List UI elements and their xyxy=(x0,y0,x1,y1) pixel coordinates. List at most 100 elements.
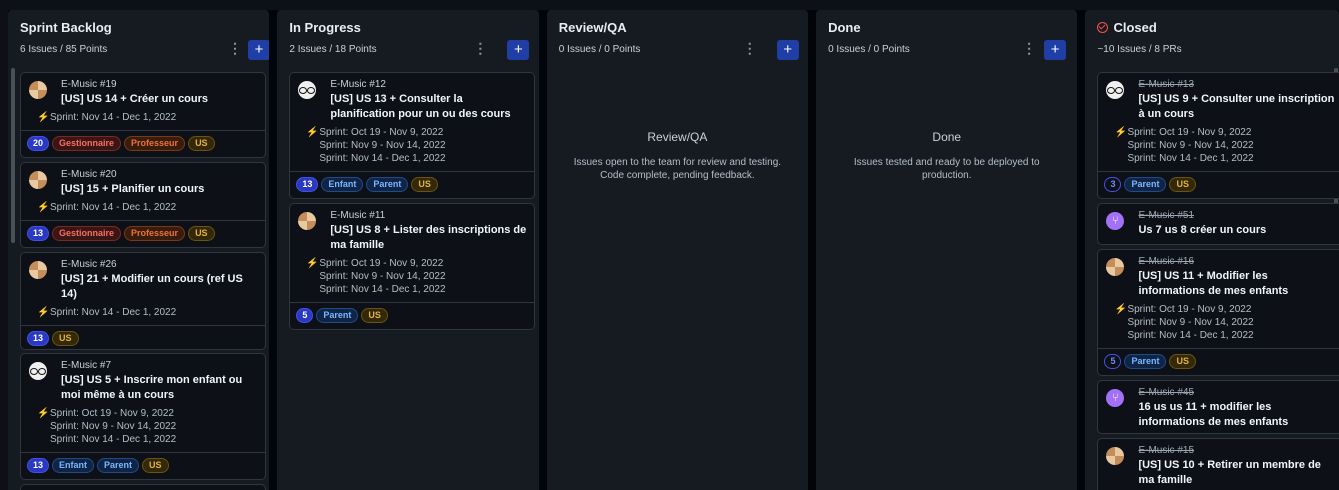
label-parent[interactable]: Parent xyxy=(316,308,359,323)
column-header: Sprint Backlog 6 Issues / 85 Points ⋮ + xyxy=(8,10,270,66)
column-sprint-backlog: Sprint Backlog 6 Issues / 85 Points ⋮ + … xyxy=(8,10,270,490)
issue-card[interactable]: E-Music #26 [US] 21 + Modifier un cours … xyxy=(20,252,266,350)
issue-card[interactable]: E-Music #16 [US] US 11 + Modifier les in… xyxy=(1097,249,1339,376)
sprint-value: Sprint: Nov 14 - Dec 1, 2022 xyxy=(50,434,177,445)
iteration-icon: ⚡ xyxy=(306,258,319,269)
sprint-value: Sprint: Nov 9 - Nov 14, 2022 xyxy=(319,140,446,151)
issue-card[interactable]: E-Music #13 [US] US 9 + Consulter une in… xyxy=(1097,72,1339,199)
column-summary: 6 Issues / 85 Points xyxy=(20,44,108,55)
sprint-value: Sprint: Nov 14 - Dec 1, 2022 xyxy=(50,112,177,123)
sprint-value: Sprint: Nov 14 - Dec 1, 2022 xyxy=(319,153,446,164)
issue-title[interactable]: [US] US 10 + Retirer un membre de ma fam… xyxy=(1138,458,1334,488)
iteration-icon: ⚡ xyxy=(1114,127,1127,138)
label-gestionnaire[interactable]: Gestionnaire xyxy=(52,226,122,241)
issue-repo[interactable]: E-Music #11 xyxy=(330,210,526,222)
add-item-button[interactable]: + xyxy=(507,40,530,60)
column-title: Done xyxy=(828,20,861,35)
column-menu-icon[interactable]: ⋮ xyxy=(228,41,242,57)
label-us[interactable]: US xyxy=(188,136,215,151)
issue-title[interactable]: [US] US 14 + Créer un cours xyxy=(61,92,257,107)
sprint-value: Sprint: Nov 14 - Dec 1, 2022 xyxy=(50,202,177,213)
issue-card[interactable]: E-Music #15 [US] US 10 + Retirer un memb… xyxy=(1097,438,1339,490)
add-item-button[interactable]: + xyxy=(1044,40,1067,60)
empty-state: Done Issues tested and ready to be deplo… xyxy=(816,130,1077,182)
label-us[interactable]: US xyxy=(142,458,169,473)
label-professeur[interactable]: Professeur xyxy=(124,136,186,151)
label-us[interactable]: US xyxy=(1169,354,1196,369)
pr-card[interactable]: ⑂ E-Music #51 Us 7 us 8 créer un cours xyxy=(1097,203,1339,245)
label-us[interactable]: US xyxy=(52,331,79,346)
issue-repo[interactable]: E-Music #45 xyxy=(1138,387,1334,399)
label-row: 20 Gestionnaire Professeur US xyxy=(21,130,265,156)
issue-card[interactable]: E-Music #7 [US] US 5 + Inscrire mon enfa… xyxy=(20,353,266,480)
label-parent[interactable]: Parent xyxy=(1124,354,1167,369)
label-parent[interactable]: Parent xyxy=(97,458,140,473)
label-professeur[interactable]: Professeur xyxy=(124,226,186,241)
issue-card[interactable]: E-Music #11 [US] US 8 + Lister des inscr… xyxy=(289,203,536,330)
project-board: Sprint Backlog 6 Issues / 85 Points ⋮ + … xyxy=(8,10,1339,490)
points-badge: 13 xyxy=(27,331,50,346)
column-title: Sprint Backlog xyxy=(20,20,112,35)
sprint-value: Sprint: Nov 14 - Dec 1, 2022 xyxy=(50,307,177,318)
issue-title[interactable]: [US] US 13 + Consulter la planification … xyxy=(330,92,526,122)
issue-title[interactable]: Us 7 us 8 créer un cours xyxy=(1138,223,1334,238)
sprint-value: Sprint: Nov 9 - Nov 14, 2022 xyxy=(50,421,177,432)
column-header: Closed ~10 Issues / 8 PRs xyxy=(1085,10,1339,66)
issue-repo[interactable]: E-Music #19 xyxy=(61,79,257,91)
label-gestionnaire[interactable]: Gestionnaire xyxy=(52,136,122,151)
sprint-value: Sprint: Nov 14 - Dec 1, 2022 xyxy=(1127,153,1254,164)
points-badge: 5 xyxy=(1104,354,1122,369)
label-us[interactable]: US xyxy=(1169,177,1196,192)
issue-repo[interactable]: E-Music #12 xyxy=(330,79,526,91)
sprint-field: ⚡ Sprint: Oct 19 - Nov 9, 2022 Sprint: N… xyxy=(306,257,526,296)
issue-repo[interactable]: E-Music #16 xyxy=(1138,256,1334,268)
issue-title[interactable]: [US] US 11 + Modifier les informations d… xyxy=(1138,269,1334,299)
column-menu-icon[interactable]: ⋮ xyxy=(1022,41,1036,57)
label-us[interactable]: US xyxy=(361,308,388,323)
sprint-field: ⚡ Sprint: Nov 14 - Dec 1, 2022 xyxy=(37,201,257,214)
issue-title[interactable]: [US] US 5 + Inscrire mon enfant ou moi m… xyxy=(61,373,257,403)
points-badge: 13 xyxy=(296,177,319,192)
issue-card[interactable]: E-Music #12 [US] US 13 + Consulter la pl… xyxy=(289,72,536,199)
label-us[interactable]: US xyxy=(188,226,215,241)
sprint-value: Sprint: Nov 9 - Nov 14, 2022 xyxy=(1127,317,1254,328)
column-done: Done 0 Issues / 0 Points ⋮ + Done Issues… xyxy=(816,10,1078,490)
add-item-button[interactable]: + xyxy=(776,40,799,60)
iteration-icon: ⚡ xyxy=(37,112,50,123)
scrollbar[interactable] xyxy=(11,68,15,243)
label-parent[interactable]: Parent xyxy=(366,177,409,192)
sprint-value: Sprint: Oct 19 - Nov 9, 2022 xyxy=(1127,127,1252,138)
issue-title[interactable]: [US] 21 + Modifier un cours (ref US 14) xyxy=(61,272,257,302)
column-summary: 0 Issues / 0 Points xyxy=(558,44,641,55)
label-enfant[interactable]: Enfant xyxy=(52,458,95,473)
label-us[interactable]: US xyxy=(411,177,438,192)
avatar xyxy=(298,81,317,99)
label-enfant[interactable]: Enfant xyxy=(321,177,364,192)
column-menu-icon[interactable]: ⋮ xyxy=(473,41,487,57)
issue-card[interactable] xyxy=(20,484,266,490)
pr-card[interactable]: ⑂ E-Music #45 16 us us 11 + modifier les… xyxy=(1097,380,1339,434)
column-closed: Closed ~10 Issues / 8 PRs E-Music #13 [U… xyxy=(1085,10,1339,490)
column-menu-icon[interactable]: ⋮ xyxy=(743,41,757,57)
sprint-value: Sprint: Oct 19 - Nov 9, 2022 xyxy=(1127,304,1252,315)
issue-repo[interactable]: E-Music #13 xyxy=(1138,79,1334,91)
label-parent[interactable]: Parent xyxy=(1124,177,1167,192)
issue-title[interactable]: [US] 15 + Planifier un cours xyxy=(61,182,257,197)
iteration-icon: ⚡ xyxy=(306,127,319,138)
column-summary: 2 Issues / 18 Points xyxy=(289,44,377,55)
issue-card[interactable]: E-Music #20 [US] 15 + Planifier un cours… xyxy=(20,162,266,248)
issue-card[interactable]: E-Music #19 [US] US 14 + Créer un cours … xyxy=(20,72,266,158)
issue-title[interactable]: 16 us us 11 + modifier les informations … xyxy=(1138,400,1334,430)
issue-repo[interactable]: E-Music #20 xyxy=(61,169,257,181)
issue-title[interactable]: [US] US 8 + Lister des inscriptions de m… xyxy=(330,223,526,253)
label-row: 13 Enfant Parent US xyxy=(290,171,535,197)
iteration-icon: ⚡ xyxy=(37,307,50,318)
issue-title[interactable]: [US] US 9 + Consulter une inscription à … xyxy=(1138,92,1334,122)
issue-repo[interactable]: E-Music #51 xyxy=(1138,210,1334,222)
issue-repo[interactable]: E-Music #26 xyxy=(61,259,257,271)
issue-repo[interactable]: E-Music #7 xyxy=(61,360,257,372)
label-row: 3 Parent US xyxy=(1098,171,1339,197)
add-item-button[interactable]: + xyxy=(248,40,270,60)
issue-repo[interactable]: E-Music #15 xyxy=(1138,445,1334,457)
column-title: Closed xyxy=(1113,20,1157,35)
